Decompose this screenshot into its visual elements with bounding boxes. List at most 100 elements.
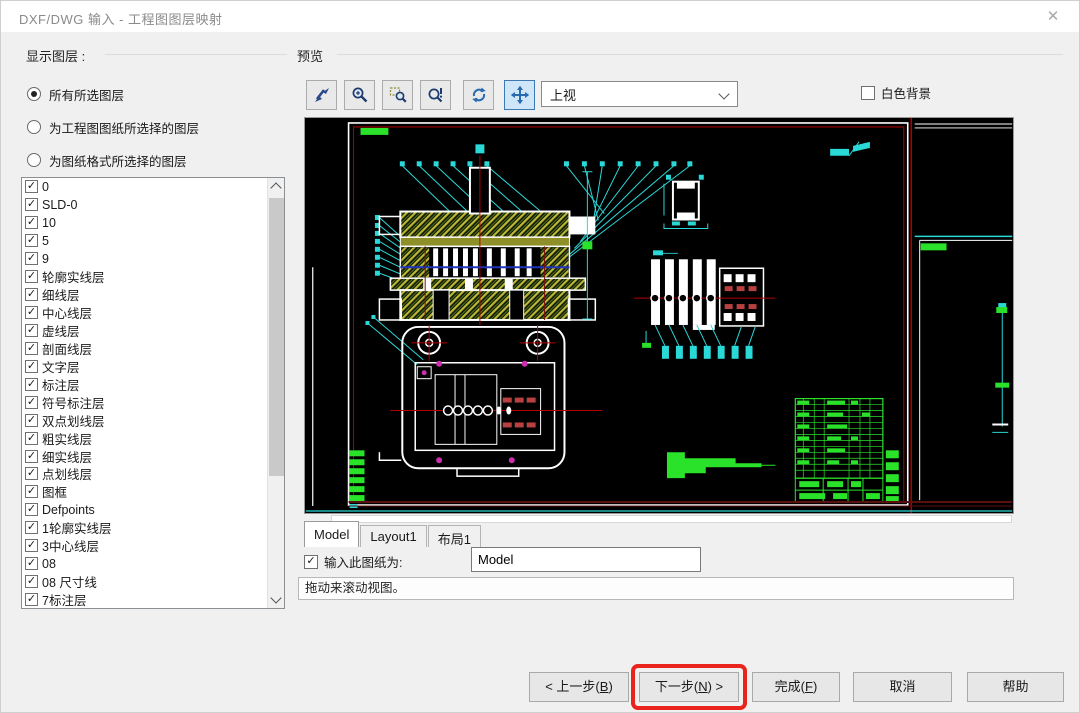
preview-canvas[interactable] xyxy=(304,117,1014,514)
layer-name: SLD-0 xyxy=(42,198,77,212)
refresh-icon xyxy=(469,85,489,105)
checked-checkbox-icon[interactable]: ✓ xyxy=(25,378,38,391)
layer-name: 符号标注层 xyxy=(42,393,105,412)
sheet-tab[interactable]: 布局1 xyxy=(428,525,481,547)
cancel-button[interactable]: 取消 xyxy=(853,672,952,702)
layer-name: 细线层 xyxy=(42,285,80,304)
layer-list-item[interactable]: ✓ 剖面线层 xyxy=(22,339,284,357)
zoom-area-tool-button[interactable] xyxy=(382,80,413,110)
checked-checkbox-icon[interactable]: ✓ xyxy=(25,485,38,498)
view-orientation-dropdown[interactable]: 上视 xyxy=(541,81,738,107)
preview-group-line xyxy=(337,54,1063,55)
radio-label: 所有所选图层 xyxy=(49,85,124,104)
layer-list-item[interactable]: ✓ 7标注层 xyxy=(22,591,284,609)
radio-icon xyxy=(27,87,41,101)
display-layers-radio[interactable]: 为图纸格式所选择的图层 xyxy=(27,151,187,169)
zoom-fit-tool-button[interactable] xyxy=(420,80,451,110)
pan-tool-button[interactable] xyxy=(504,80,535,110)
layer-name: 细实线层 xyxy=(42,447,92,466)
display-layers-radio[interactable]: 所有所选图层 xyxy=(27,85,124,103)
checked-checkbox-icon[interactable]: ✓ xyxy=(25,252,38,265)
checked-checkbox-icon[interactable]: ✓ xyxy=(25,575,38,588)
layer-list-item[interactable]: ✓ 图框 xyxy=(22,483,284,501)
next-button-highlight-annotation xyxy=(631,664,747,710)
zoom-tool-button[interactable] xyxy=(344,80,375,110)
checked-checkbox-icon[interactable]: ✓ xyxy=(25,198,38,211)
view-orientation-value: 上视 xyxy=(550,85,576,104)
layer-list-item[interactable]: ✓ 细实线层 xyxy=(22,447,284,465)
layer-list-item[interactable]: ✓ 双点划线层 xyxy=(22,411,284,429)
sheet-tab[interactable]: Layout1 xyxy=(360,525,426,547)
layer-name: 9 xyxy=(42,252,49,266)
sheet-tab[interactable]: Model xyxy=(304,521,359,547)
layer-list-item[interactable]: ✓ 08 尺寸线 xyxy=(22,573,284,591)
layer-list-scrollbar[interactable] xyxy=(267,178,284,608)
checked-checkbox-icon[interactable]: ✓ xyxy=(25,360,38,373)
sheet-tab-label: 布局1 xyxy=(438,532,471,547)
layer-list-item[interactable]: ✓ 轮廓实线层 xyxy=(22,268,284,286)
sheet-name-input[interactable] xyxy=(471,547,701,572)
checked-checkbox-icon[interactable]: ✓ xyxy=(25,288,38,301)
layer-list-item[interactable]: ✓ SLD-0 xyxy=(22,196,284,214)
layer-name: 虚线层 xyxy=(42,321,80,340)
scroll-down-icon[interactable] xyxy=(268,591,285,608)
help-button[interactable]: 帮助 xyxy=(967,672,1064,702)
checked-checkbox-icon[interactable]: ✓ xyxy=(25,324,38,337)
chevron-down-icon xyxy=(718,88,729,99)
preview-group-label: 预览 xyxy=(297,46,329,65)
checked-checkbox-icon[interactable]: ✓ xyxy=(25,234,38,247)
checked-checkbox-icon[interactable]: ✓ xyxy=(25,342,38,355)
layer-name: 3中心线层 xyxy=(42,536,99,555)
layer-list-item[interactable]: ✓ 符号标注层 xyxy=(22,393,284,411)
checked-checkbox-icon[interactable]: ✓ xyxy=(25,593,38,606)
scroll-up-icon[interactable] xyxy=(268,178,285,195)
layer-list-item[interactable]: ✓ 虚线层 xyxy=(22,322,284,340)
checked-checkbox-icon[interactable]: ✓ xyxy=(25,216,38,229)
scrollbar-thumb[interactable] xyxy=(269,198,284,476)
checked-checkbox-icon[interactable]: ✓ xyxy=(25,450,38,463)
layer-list-item[interactable]: ✓ 中心线层 xyxy=(22,304,284,322)
select-tool-button[interactable] xyxy=(306,80,337,110)
display-layers-radio[interactable]: 为工程图图纸所选择的图层 xyxy=(27,118,199,136)
radio-label: 为图纸格式所选择的图层 xyxy=(49,151,187,170)
layer-list-item[interactable]: ✓ 点划线层 xyxy=(22,465,284,483)
refresh-tool-button[interactable] xyxy=(463,80,494,110)
checked-checkbox-icon[interactable]: ✓ xyxy=(25,270,38,283)
layer-list-item[interactable]: ✓ 粗实线层 xyxy=(22,429,284,447)
layer-list[interactable]: ✓ 0 ✓ SLD-0 ✓ 10 ✓ 5 ✓ 9 ✓ 轮廓实线层 ✓ 细线层 xyxy=(21,177,285,609)
layer-name: 剖面线层 xyxy=(42,339,92,358)
layer-list-item[interactable]: ✓ 文字层 xyxy=(22,357,284,375)
layer-list-item[interactable]: ✓ 3中心线层 xyxy=(22,537,284,555)
checked-checkbox-icon[interactable]: ✓ xyxy=(25,503,38,516)
white-background-label: 白色背景 xyxy=(881,83,931,102)
display-layers-group-line xyxy=(105,54,287,55)
checked-checkbox-icon[interactable]: ✓ xyxy=(25,414,38,427)
checked-checkbox-icon[interactable]: ✓ xyxy=(25,557,38,570)
layer-list-item[interactable]: ✓ 5 xyxy=(22,232,284,250)
layer-list-item[interactable]: ✓ 9 xyxy=(22,250,284,268)
layer-list-item[interactable]: ✓ 标注层 xyxy=(22,375,284,393)
checked-checkbox-icon[interactable]: ✓ xyxy=(25,180,38,193)
checked-checkbox-icon[interactable]: ✓ xyxy=(25,467,38,480)
layer-list-item[interactable]: ✓ Defpoints xyxy=(22,501,284,519)
layer-list-item[interactable]: ✓ 细线层 xyxy=(22,286,284,304)
checked-checkbox-icon[interactable]: ✓ xyxy=(25,306,38,319)
close-icon[interactable]: ✕ xyxy=(1041,6,1065,28)
checked-checkbox-icon[interactable]: ✓ xyxy=(25,396,38,409)
checked-checkbox-icon[interactable]: ✓ xyxy=(25,432,38,445)
checked-checkbox-icon[interactable]: ✓ xyxy=(25,539,38,552)
layer-list-item[interactable]: ✓ 10 xyxy=(22,214,284,232)
select-pointer-icon xyxy=(312,85,332,105)
checked-checkbox-icon[interactable]: ✓ xyxy=(25,521,38,534)
layer-name: 点划线层 xyxy=(42,464,92,483)
dialog-title: DXF/DWG 输入 - 工程图图层映射 xyxy=(19,9,223,28)
white-background-checkbox[interactable] xyxy=(861,86,875,100)
layer-list-item[interactable]: ✓ 08 xyxy=(22,555,284,573)
white-background-row[interactable]: 白色背景 xyxy=(861,83,931,102)
import-sheet-checkbox[interactable]: ✓ xyxy=(304,555,318,569)
finish-button[interactable]: 完成(F) xyxy=(752,672,840,702)
layer-list-item[interactable]: ✓ 1轮廓实线层 xyxy=(22,519,284,537)
back-button[interactable]: < 上一步(B) xyxy=(529,672,629,702)
layer-list-item[interactable]: ✓ 0 xyxy=(22,178,284,196)
zoom-area-icon xyxy=(388,85,408,105)
